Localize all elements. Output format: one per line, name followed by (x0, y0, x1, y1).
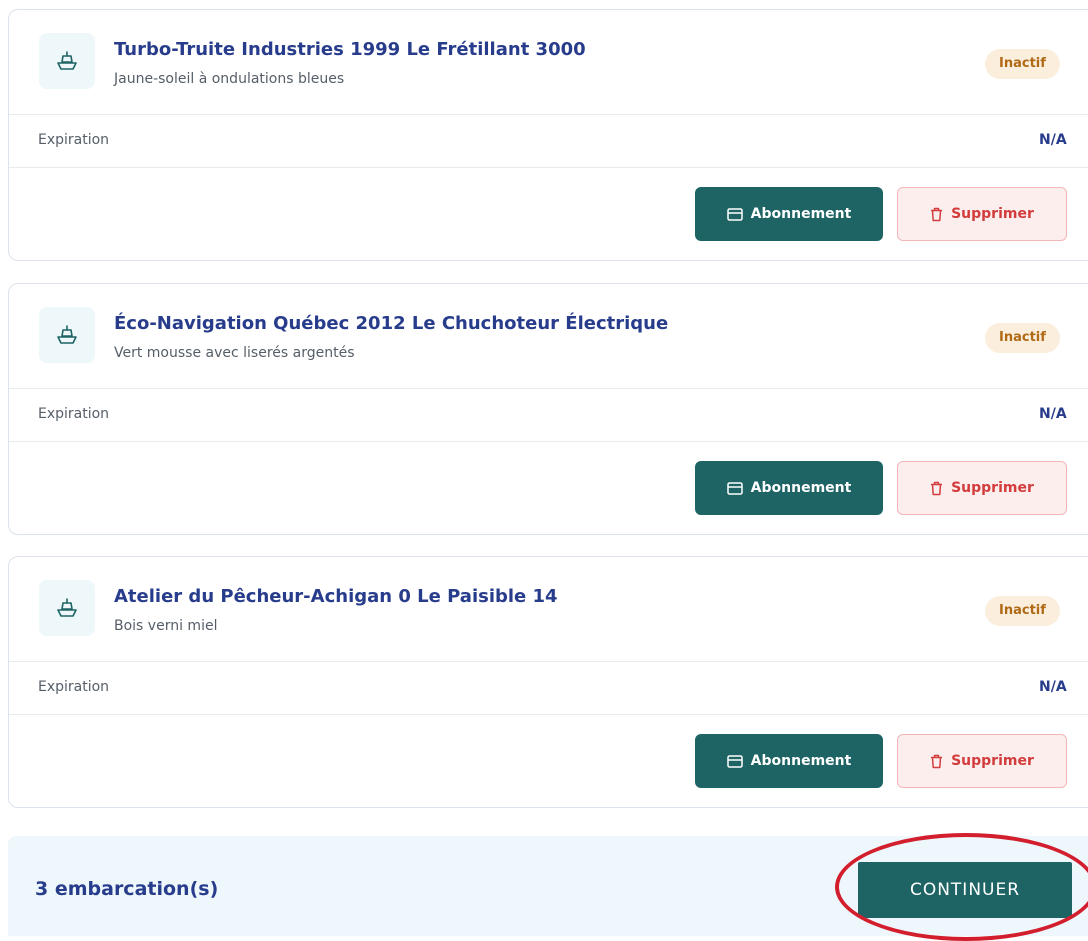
delete-button[interactable]: Supprimer (897, 187, 1067, 241)
subscription-button[interactable]: Abonnement (695, 734, 883, 788)
status-badge: Inactif (985, 323, 1060, 353)
delete-label: Supprimer (951, 480, 1034, 496)
boat-card-header: Éco-Navigation Québec 2012 Le Chuchoteur… (9, 284, 1088, 388)
expiration-row: Expiration N/A (9, 114, 1088, 168)
delete-label: Supprimer (951, 753, 1034, 769)
delete-button[interactable]: Supprimer (897, 461, 1067, 515)
boat-subtitle: Vert mousse avec liserés argentés (114, 345, 355, 361)
expiration-label: Expiration (38, 406, 110, 422)
subscription-button[interactable]: Abonnement (695, 461, 883, 515)
boat-subtitle: Jaune-soleil à ondulations bleues (114, 71, 345, 87)
card-icon (726, 481, 743, 495)
subscription-button[interactable]: Abonnement (695, 187, 883, 241)
delete-button[interactable]: Supprimer (897, 734, 1067, 788)
boat-card: Atelier du Pêcheur-Achigan 0 Le Paisible… (8, 556, 1088, 808)
boat-icon (39, 580, 95, 636)
expiration-label: Expiration (38, 132, 110, 148)
boat-card-header: Atelier du Pêcheur-Achigan 0 Le Paisible… (9, 557, 1088, 661)
subscription-label: Abonnement (750, 206, 852, 222)
trash-icon (931, 481, 943, 495)
card-icon (726, 207, 743, 221)
expiration-label: Expiration (38, 679, 110, 695)
boat-title: Éco-Navigation Québec 2012 Le Chuchoteur… (114, 313, 669, 334)
expiration-row: Expiration N/A (9, 388, 1088, 442)
subscription-label: Abonnement (750, 753, 852, 769)
expiration-value: N/A (1039, 406, 1067, 422)
expiration-value: N/A (1039, 132, 1067, 148)
expiration-value: N/A (1039, 679, 1067, 695)
trash-icon (931, 754, 943, 768)
trash-icon (931, 207, 943, 221)
boat-icon (39, 33, 95, 89)
boat-icon (39, 307, 95, 363)
status-badge: Inactif (985, 49, 1060, 79)
boat-card-header: Turbo-Truite Industries 1999 Le Frétilla… (9, 10, 1088, 114)
card-icon (726, 754, 743, 768)
boat-subtitle: Bois verni miel (114, 618, 218, 634)
boat-count: 3 embarcation(s) (35, 878, 219, 900)
status-badge: Inactif (985, 596, 1060, 626)
footer-bar: 3 embarcation(s) CONTINUER (8, 836, 1088, 936)
expiration-row: Expiration N/A (9, 661, 1088, 715)
boat-card: Turbo-Truite Industries 1999 Le Frétilla… (8, 9, 1088, 261)
continue-button[interactable]: CONTINUER (858, 862, 1072, 918)
boat-card: Éco-Navigation Québec 2012 Le Chuchoteur… (8, 283, 1088, 535)
subscription-label: Abonnement (750, 480, 852, 496)
delete-label: Supprimer (951, 206, 1034, 222)
boat-title: Turbo-Truite Industries 1999 Le Frétilla… (114, 39, 586, 60)
boat-title: Atelier du Pêcheur-Achigan 0 Le Paisible… (114, 586, 558, 607)
